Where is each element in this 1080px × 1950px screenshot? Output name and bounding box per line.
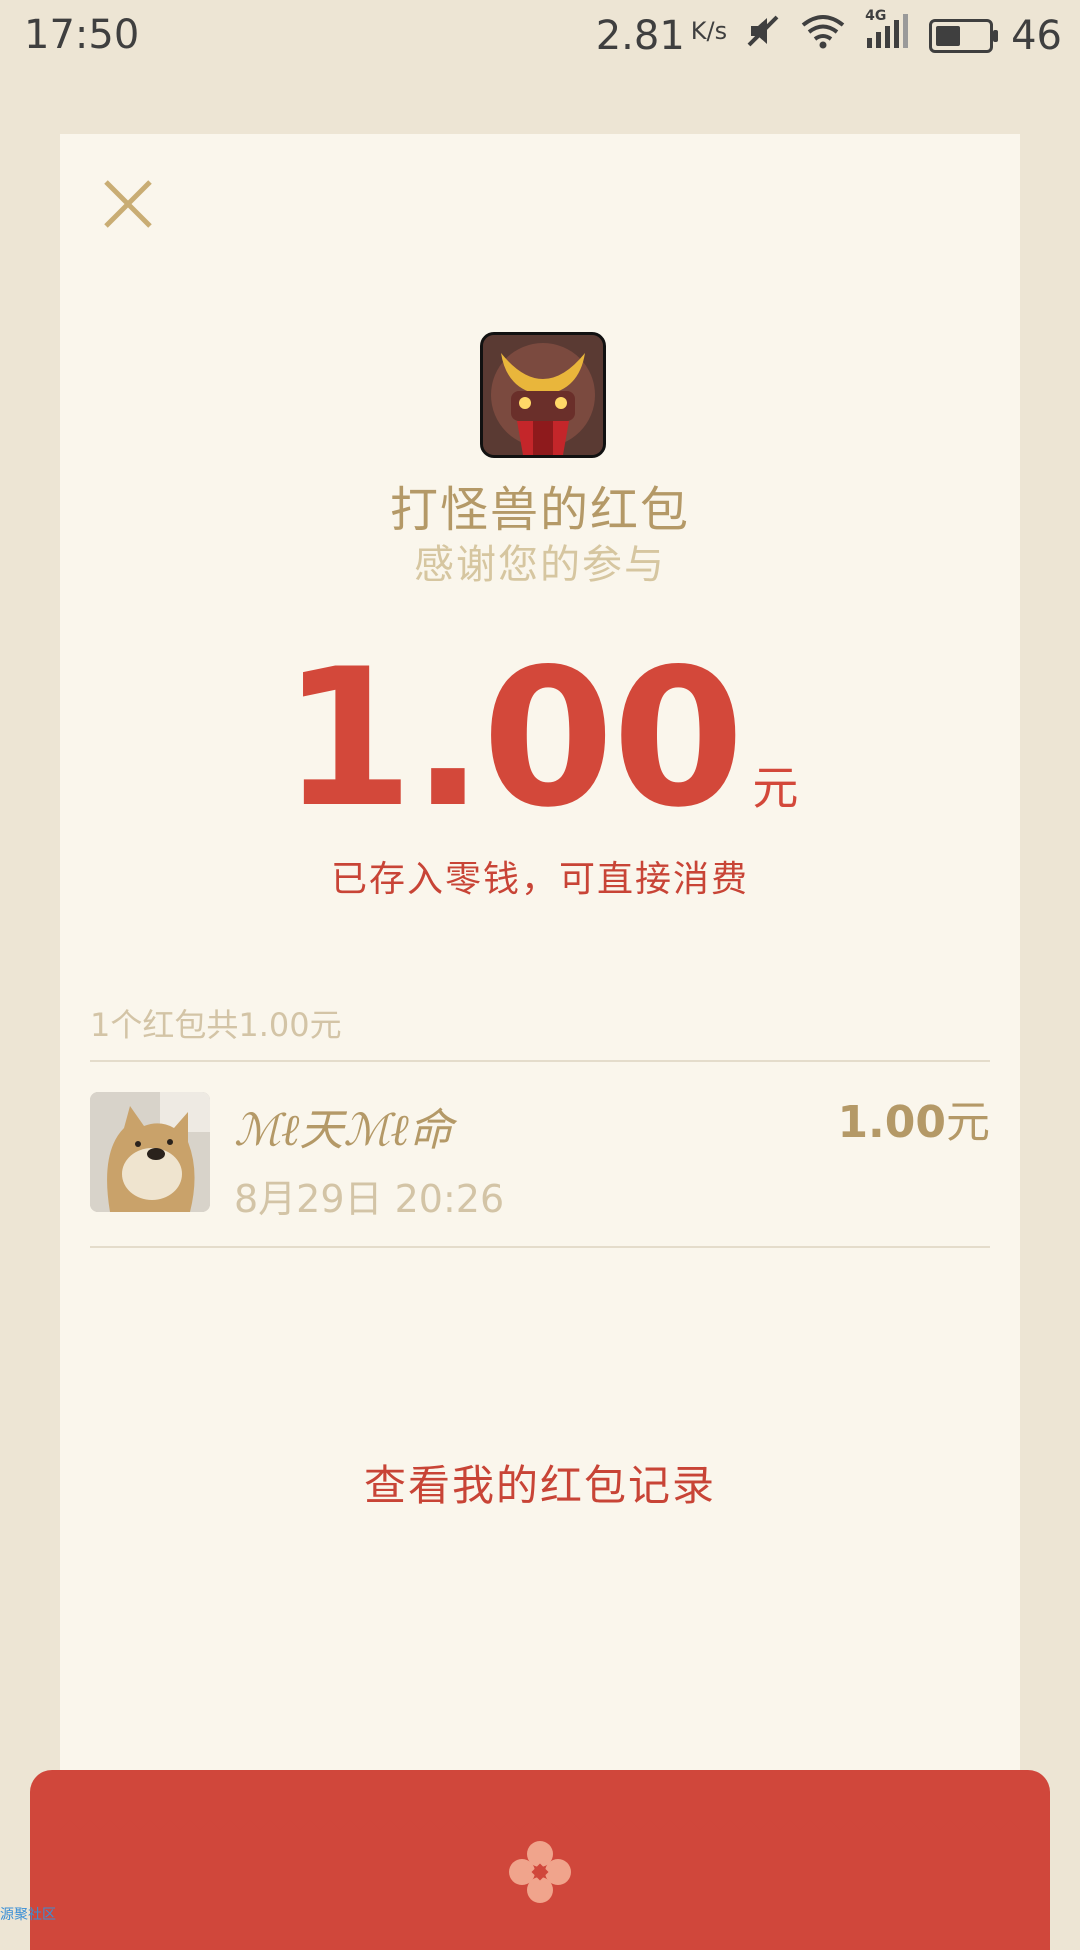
status-time: 17:50 — [24, 12, 140, 58]
amount-value: 1.00 — [281, 628, 745, 849]
receiver-amount-unit: 元 — [946, 1097, 990, 1148]
battery-icon — [929, 19, 999, 53]
amount-unit: 元 — [752, 761, 799, 815]
divider-top — [90, 1060, 990, 1062]
dog-avatar-icon — [90, 1092, 210, 1212]
network-speed: 2.81 K/s — [596, 13, 727, 59]
receiver-name: ℳℓ天ℳℓ命 — [234, 1105, 453, 1156]
receiver-avatar[interactable] — [90, 1092, 210, 1212]
network-type: 4G — [865, 8, 887, 24]
packet-title: 打怪兽的红包 — [389, 482, 690, 538]
network-speed-unit: K/s — [690, 17, 728, 45]
battery-level: 46 — [1011, 13, 1062, 59]
network-speed-value: 2.81 — [595, 13, 685, 59]
red-packet-detail-card: 打怪兽的红包 感谢您的参与 1.00 元 已存入零钱，可直接消费 1个红包共1.0… — [60, 134, 1020, 1824]
sender-avatar[interactable] — [480, 332, 606, 458]
status-icons: 2.81 K/s 4G 46 — [596, 8, 1062, 60]
receiver-time: 8月29日 20:26 — [234, 1177, 505, 1221]
close-icon — [104, 180, 152, 228]
packet-subtitle: 感谢您的参与 — [414, 542, 666, 588]
close-button[interactable] — [98, 174, 158, 234]
wifi-icon — [799, 13, 847, 59]
mute-icon — [745, 13, 781, 59]
envelope-seal-icon — [509, 1841, 571, 1903]
cellular-signal-icon: 4G — [865, 8, 911, 60]
packet-summary: 1个红包共1.00元 — [90, 1006, 342, 1044]
watermark: 源聚社区 — [0, 1907, 56, 1923]
view-history-link[interactable]: 查看我的红包记录 — [60, 1452, 1020, 1513]
divider-bottom — [90, 1246, 990, 1248]
stored-note: 已存入零钱，可直接消费 — [330, 859, 749, 900]
receiver-amount-value: 1.00 — [837, 1097, 946, 1148]
amount-display: 1.00 元 — [60, 644, 1020, 834]
robot-avatar-icon — [483, 335, 603, 455]
receiver-amount: 1.00元 — [837, 1086, 990, 1150]
status-bar: 17:50 2.81 K/s 4G 46 — [0, 0, 1080, 76]
